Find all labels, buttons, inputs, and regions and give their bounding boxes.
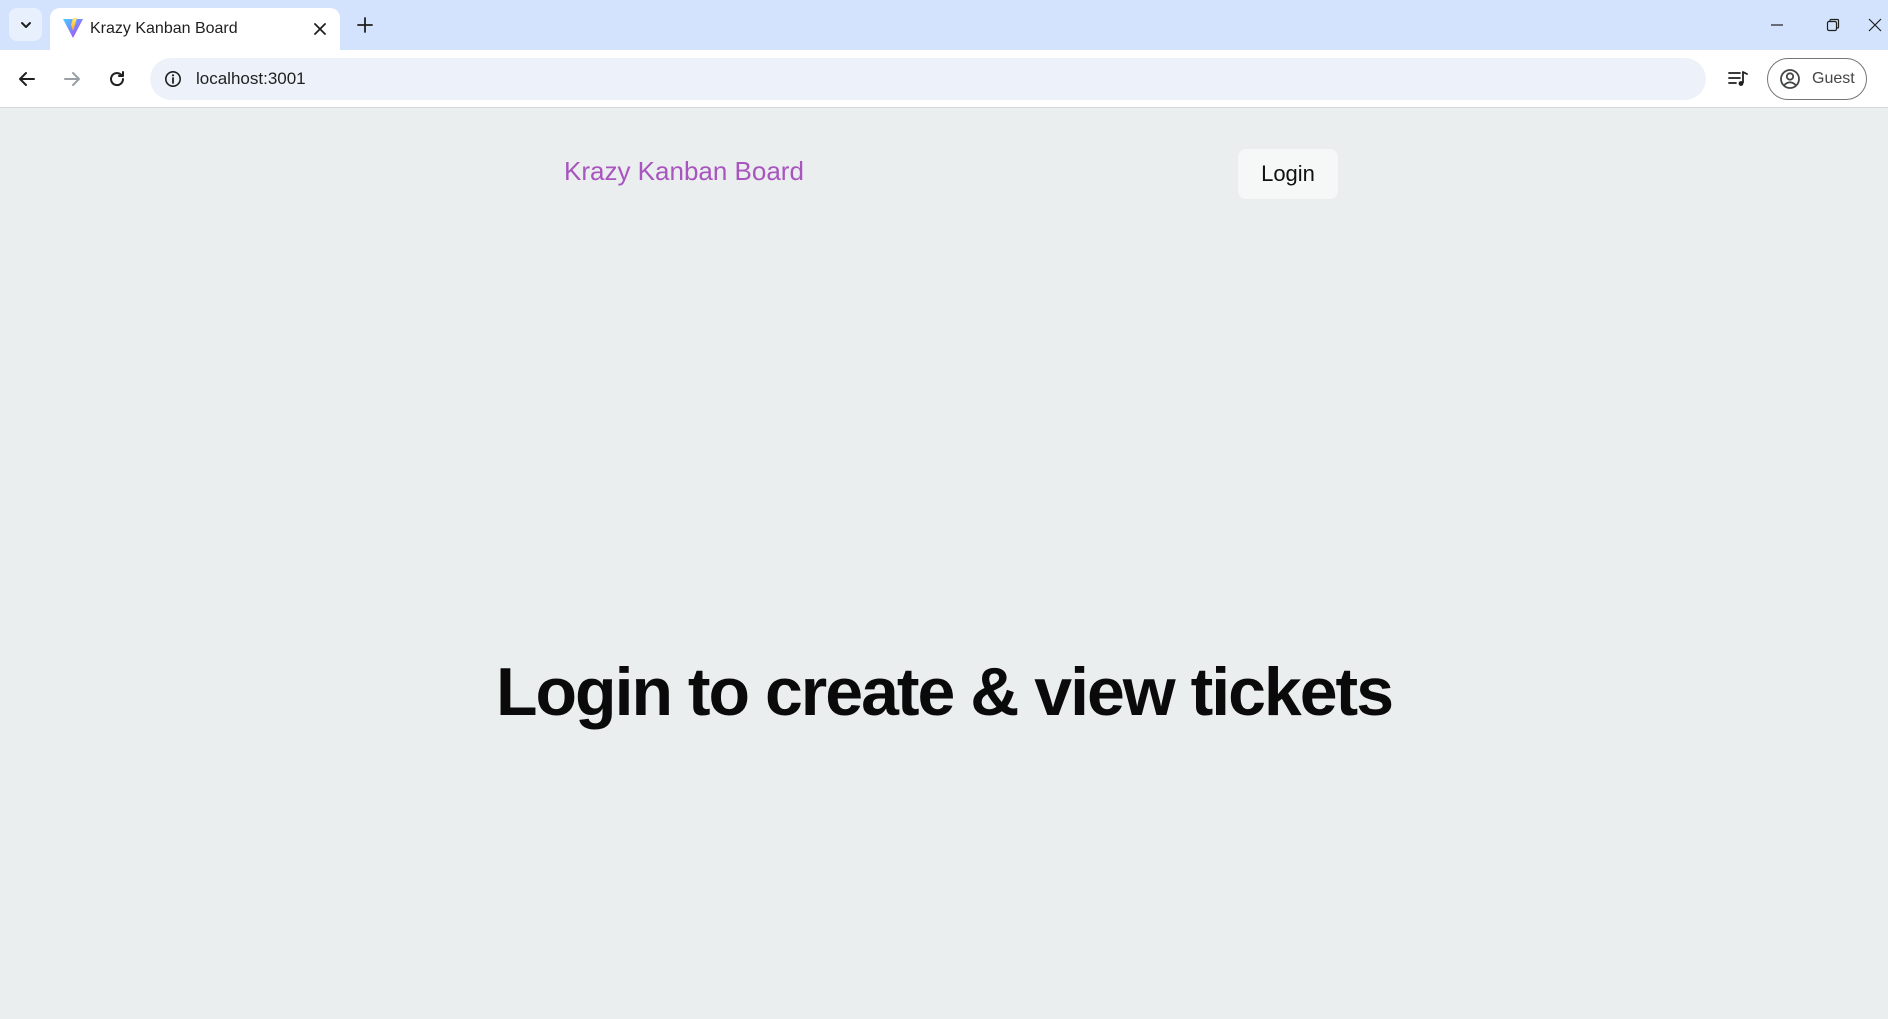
profile-label: Guest: [1812, 70, 1855, 87]
close-icon: [1868, 18, 1882, 32]
arrow-right-icon: [64, 72, 80, 86]
reload-icon: [110, 71, 125, 87]
back-button[interactable]: [11, 63, 43, 95]
vite-logo-icon: [63, 18, 83, 38]
login-button[interactable]: Login: [1238, 149, 1338, 199]
page-heading: Login to create & view tickets: [495, 654, 1394, 730]
address-bar[interactable]: localhost:3001: [150, 58, 1706, 100]
app-title-link[interactable]: Krazy Kanban Board: [564, 156, 804, 187]
browser-toolbar: localhost:3001 Guest: [0, 50, 1888, 108]
profile-button[interactable]: Guest: [1767, 58, 1867, 100]
forward-button[interactable]: [56, 63, 88, 95]
reload-button[interactable]: [101, 63, 133, 95]
close-window-button[interactable]: [1868, 6, 1888, 44]
media-control-icon: [1728, 71, 1748, 86]
media-control-button[interactable]: [1721, 63, 1755, 95]
site-info-button[interactable]: [162, 68, 184, 90]
tab-title: Krazy Kanban Board: [90, 20, 238, 37]
info-icon: [165, 71, 181, 87]
close-icon: [314, 23, 326, 35]
arrow-left-icon: [19, 72, 35, 86]
new-tab-button[interactable]: [350, 10, 380, 40]
restore-button[interactable]: [1813, 6, 1853, 44]
address-url[interactable]: localhost:3001: [196, 58, 306, 100]
page-content: Krazy Kanban Board Login Login to create…: [0, 109, 1888, 1019]
browser-tab-strip: Krazy Kanban Board: [0, 0, 1888, 50]
restore-icon: [1826, 18, 1840, 32]
plus-icon: [357, 17, 373, 33]
minimize-icon: [1771, 24, 1783, 26]
account-circle-icon: [1780, 69, 1800, 89]
minimize-button[interactable]: [1757, 6, 1797, 44]
chevron-down-icon: [20, 21, 31, 28]
tab-close-button[interactable]: [310, 19, 330, 39]
tab-search-button[interactable]: [9, 8, 42, 41]
browser-tab-active[interactable]: Krazy Kanban Board: [50, 8, 340, 50]
